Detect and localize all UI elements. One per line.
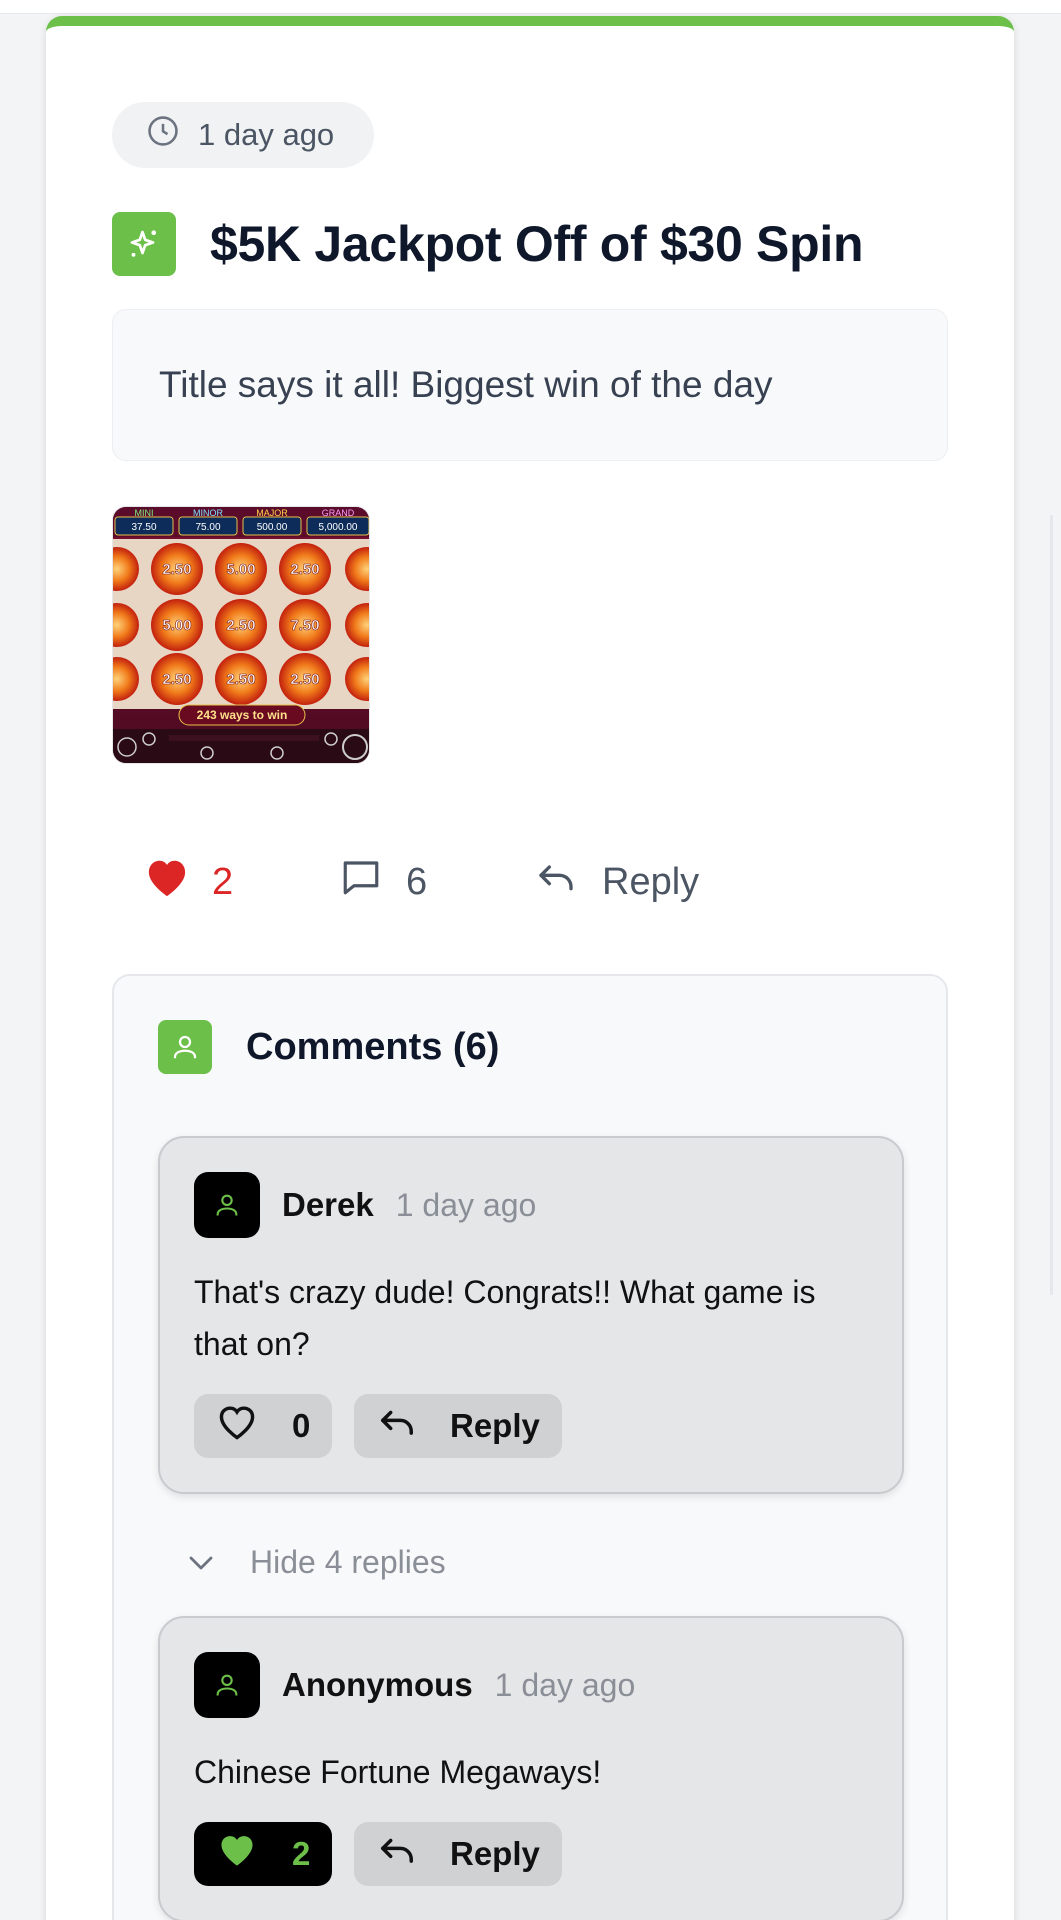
jackpot-grand-value: 5,000.00 (319, 522, 358, 533)
coin-value: 2.50 (226, 671, 255, 688)
top-bar (0, 0, 1061, 14)
post-card: 1 day ago $5K Jackpot Off of $30 Spin Ti… (46, 16, 1014, 1920)
scrollbar[interactable] (1050, 515, 1053, 1295)
reply-label: Reply (602, 860, 700, 903)
jackpot-mini-value: 37.50 (131, 522, 156, 533)
sparkle-icon (112, 212, 176, 276)
post-title-row: $5K Jackpot Off of $30 Spin (112, 212, 863, 276)
avatar (194, 1172, 260, 1238)
comment-icon (340, 856, 382, 908)
coin-value: 7.50 (290, 617, 319, 634)
post-title: $5K Jackpot Off of $30 Spin (210, 216, 864, 272)
comment-time: 1 day ago (494, 1666, 636, 1703)
like-count: 2 (212, 860, 234, 903)
reply-button[interactable]: Reply (536, 852, 699, 912)
comment-header: Derek 1 day ago (194, 1172, 536, 1238)
jackpot-grand-label: GRAND (322, 508, 355, 518)
toggle-replies-label: Hide 4 replies (250, 1544, 446, 1580)
coin-value: 5.00 (162, 617, 191, 634)
comment-like-count: 0 (292, 1407, 311, 1444)
jackpot-mini-label: MINI (135, 508, 154, 518)
post-description-text: Title says it all! Biggest win of the da… (159, 364, 773, 405)
coin-value: 5.00 (226, 561, 255, 578)
reply-arrow-icon (378, 1406, 416, 1446)
comment-text: That's crazy dude! Congrats!! What game … (194, 1274, 816, 1362)
comment-reply-button[interactable]: Reply (354, 1822, 562, 1886)
comment-author[interactable]: Derek (282, 1186, 374, 1224)
heart-filled-icon (144, 856, 190, 908)
jackpot-minor-value: 75.00 (195, 522, 220, 533)
reply-arrow-icon (378, 1834, 416, 1874)
comment-like-button[interactable]: 2 (194, 1822, 332, 1886)
user-icon (216, 1674, 238, 1696)
like-button[interactable]: 2 (144, 852, 233, 912)
comment-actions: 2 Reply (194, 1822, 562, 1886)
jackpot-minor-label: MINOR (193, 508, 223, 518)
comment-header: Anonymous 1 day ago (194, 1652, 635, 1718)
coin-value: 2.50 (226, 617, 255, 634)
coin-value: 2.50 (290, 671, 319, 688)
post-image-thumbnail[interactable]: MINI MINOR MAJOR GRAND 37.50 75.00 500.0… (112, 506, 370, 764)
heart-outline-icon (216, 1403, 258, 1449)
jackpot-major-label: MAJOR (256, 508, 288, 518)
user-icon (158, 1020, 212, 1074)
comment-time: 1 day ago (395, 1186, 537, 1223)
chevron-down-icon (186, 1544, 216, 1581)
heart-filled-icon (216, 1831, 258, 1877)
comments-button[interactable]: 6 (340, 852, 427, 912)
reply-card: Anonymous 1 day ago Chinese Fortune Mega… (158, 1616, 904, 1920)
post-time: 1 day ago (198, 117, 335, 152)
comments-section: Comments (6) Derek 1 day ago That's craz… (112, 974, 948, 1920)
comment-reply-label: Reply (450, 1835, 540, 1872)
comment-like-count: 2 (292, 1835, 311, 1872)
coin-value: 2.50 (162, 561, 191, 578)
ways-to-win-text: 243 ways to win (197, 708, 288, 722)
comment-count: 6 (406, 860, 428, 903)
comments-title: Comments (6) (246, 1025, 500, 1068)
post-time-badge: 1 day ago (112, 102, 374, 168)
coin-value: 2.50 (162, 671, 191, 688)
post-description: Title says it all! Biggest win of the da… (112, 309, 948, 461)
coin-value: 2.50 (290, 561, 319, 578)
avatar (194, 1652, 260, 1718)
clock-icon (146, 114, 180, 156)
toggle-replies-button[interactable]: Hide 4 replies (186, 1544, 446, 1581)
user-icon (216, 1194, 238, 1216)
jackpot-major-value: 500.00 (257, 522, 288, 533)
comments-header: Comments (6) (158, 1020, 499, 1074)
reply-arrow-icon (536, 860, 576, 904)
comment-card: Derek 1 day ago That's crazy dude! Congr… (158, 1136, 904, 1494)
comment-actions: 0 Reply (194, 1394, 562, 1458)
post-actions: 2 6 Reply (144, 852, 844, 912)
comment-like-button[interactable]: 0 (194, 1394, 332, 1458)
comment-author[interactable]: Anonymous (282, 1666, 473, 1704)
comment-reply-button[interactable]: Reply (354, 1394, 562, 1458)
comment-reply-label: Reply (450, 1407, 540, 1444)
comment-text: Chinese Fortune Megaways! (194, 1754, 602, 1790)
